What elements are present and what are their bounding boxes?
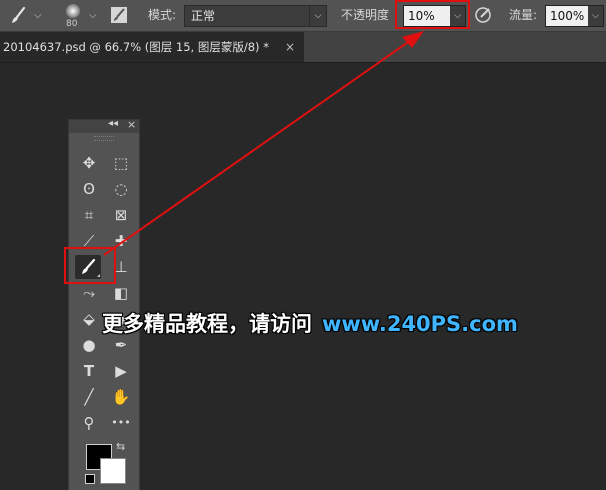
brush-size-value: 80 <box>66 19 78 29</box>
tool-preset-chevron-icon[interactable]: ⌵ <box>34 0 42 31</box>
flow-value: 100% <box>550 9 585 23</box>
opacity-label: 不透明度 <box>341 8 390 22</box>
history-brush-tool-icon[interactable]: ⤳ <box>76 281 102 305</box>
frame-tool-icon[interactable]: ⊠ <box>108 203 134 227</box>
dodge-tool-icon[interactable]: ● <box>76 333 102 357</box>
chevron-down-icon[interactable]: ⌵ <box>588 6 603 26</box>
swap-colors-icon[interactable]: ⇆ <box>116 440 125 453</box>
paint-bucket-tool-icon[interactable]: ⬙ <box>76 307 102 331</box>
brush-tool-icon[interactable] <box>8 6 28 29</box>
flow-field[interactable]: 100% ⌵ <box>545 5 604 27</box>
quick-selection-tool-icon[interactable]: ◌ <box>108 177 134 201</box>
document-title: 20104637.psd @ 66.7% (图层 15, 图层蒙版/8) * <box>3 40 269 54</box>
more-tools-icon[interactable]: ••• <box>108 411 134 435</box>
move-tool-icon[interactable]: ✥ <box>76 151 102 175</box>
collapse-panel-icon[interactable]: ◂◂ <box>108 118 118 129</box>
watermark-url[interactable]: www.240PS.com <box>322 312 518 336</box>
opacity-highlight-box <box>395 0 470 29</box>
blend-mode-select[interactable]: 正常 ⌵ <box>184 5 327 27</box>
eraser-tool-icon[interactable]: ◧ <box>108 281 134 305</box>
chevron-down-icon: ⌵ <box>309 6 326 26</box>
blend-mode-value: 正常 <box>191 9 216 23</box>
marquee-tool-icon[interactable]: ⬚ <box>108 151 134 175</box>
close-tab-icon[interactable]: × <box>285 32 295 62</box>
brush-tool-highlight-box <box>64 247 116 284</box>
close-panel-icon[interactable]: × <box>127 118 136 131</box>
tools-panel-header[interactable]: ◂◂ × <box>69 118 139 133</box>
mode-label: 模式: <box>148 8 177 22</box>
options-bar: ⌵ 80 ⌵ 模式: 正常 ⌵ 不透明度 10% ⌵ 流量: 100% ⌵ <box>0 0 606 32</box>
brush-settings-panel-icon[interactable] <box>110 6 128 27</box>
brush-picker-chevron-icon[interactable]: ⌵ <box>89 0 97 31</box>
document-tab[interactable]: 20104637.psd @ 66.7% (图层 15, 图层蒙版/8) * × <box>0 32 304 62</box>
tools-panel: ◂◂ × ✥ ⬚ ʘ ◌ ⌗ ⊠ ⟋ ✚ ⊥ ⤳ ◧ ⬙ ◆ ● ✒ T ▶ ╱… <box>68 118 140 490</box>
lasso-tool-icon[interactable]: ʘ <box>76 177 102 201</box>
type-tool-icon[interactable]: T <box>76 359 102 383</box>
pressure-opacity-icon[interactable] <box>474 6 492 27</box>
path-selection-tool-icon[interactable]: ▶ <box>108 359 134 383</box>
line-tool-icon[interactable]: ╱ <box>76 385 102 409</box>
panel-grip[interactable] <box>94 136 114 141</box>
zoom-tool-icon[interactable]: ⚲ <box>76 411 102 435</box>
default-colors-icon[interactable] <box>85 474 95 484</box>
watermark: 更多精品教程，请访问 www.240PS.com <box>102 308 518 338</box>
watermark-text: 更多精品教程，请访问 <box>102 312 312 336</box>
document-tab-bar: 20104637.psd @ 66.7% (图层 15, 图层蒙版/8) * × <box>0 32 606 63</box>
crop-tool-icon[interactable]: ⌗ <box>76 203 102 227</box>
hand-tool-icon[interactable]: ✋ <box>108 385 134 409</box>
flow-label: 流量: <box>509 8 538 22</box>
background-color-swatch[interactable] <box>100 458 126 484</box>
